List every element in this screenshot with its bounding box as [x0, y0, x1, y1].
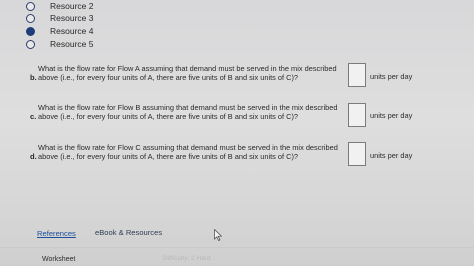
- question-c: c. What is the flow rate for Flow B assu…: [26, 103, 356, 121]
- unit-label: units per day: [370, 151, 413, 160]
- question-d: d. What is the flow rate for Flow C assu…: [26, 143, 356, 161]
- option-resource-3[interactable]: Resource 3: [26, 12, 93, 24]
- difficulty-label: Difficulty: 2 Hard: [163, 255, 211, 262]
- flow-b-answer-input[interactable]: [348, 103, 366, 127]
- radio-button[interactable]: [26, 13, 35, 23]
- radio-button[interactable]: [26, 39, 35, 49]
- option-label: Resource 2: [50, 1, 94, 11]
- unit-label: units per day: [370, 72, 413, 81]
- question-text: What is the flow rate for Flow A assumin…: [38, 64, 337, 82]
- option-resource-2[interactable]: Resource 2: [26, 0, 93, 12]
- radio-button-selected[interactable]: [26, 26, 35, 36]
- references-link[interactable]: References: [37, 229, 76, 238]
- ebook-resources-link[interactable]: eBook & Resources: [95, 228, 162, 237]
- question-text: What is the flow rate for Flow B assumin…: [38, 103, 338, 121]
- mouse-pointer-icon: [214, 229, 222, 241]
- question-letter: c.: [30, 112, 37, 121]
- radio-button[interactable]: [26, 1, 35, 11]
- option-resource-5[interactable]: Resource 5: [26, 38, 93, 50]
- question-b: b. What is the flow rate for Flow A assu…: [26, 64, 356, 82]
- option-label: Resource 5: [50, 39, 94, 49]
- unit-label: units per day: [370, 111, 413, 120]
- option-label: Resource 4: [50, 26, 94, 36]
- footer-divider: [0, 247, 474, 248]
- question-letter: d.: [30, 152, 37, 161]
- worksheet-label: Worksheet: [42, 256, 76, 263]
- flow-a-answer-input[interactable]: [348, 63, 366, 87]
- option-label: Resource 3: [50, 13, 94, 23]
- option-resource-4[interactable]: Resource 4: [26, 25, 93, 37]
- flow-c-answer-input[interactable]: [348, 142, 366, 166]
- question-text: What is the flow rate for Flow C assumin…: [38, 143, 338, 161]
- question-letter: b.: [30, 73, 37, 82]
